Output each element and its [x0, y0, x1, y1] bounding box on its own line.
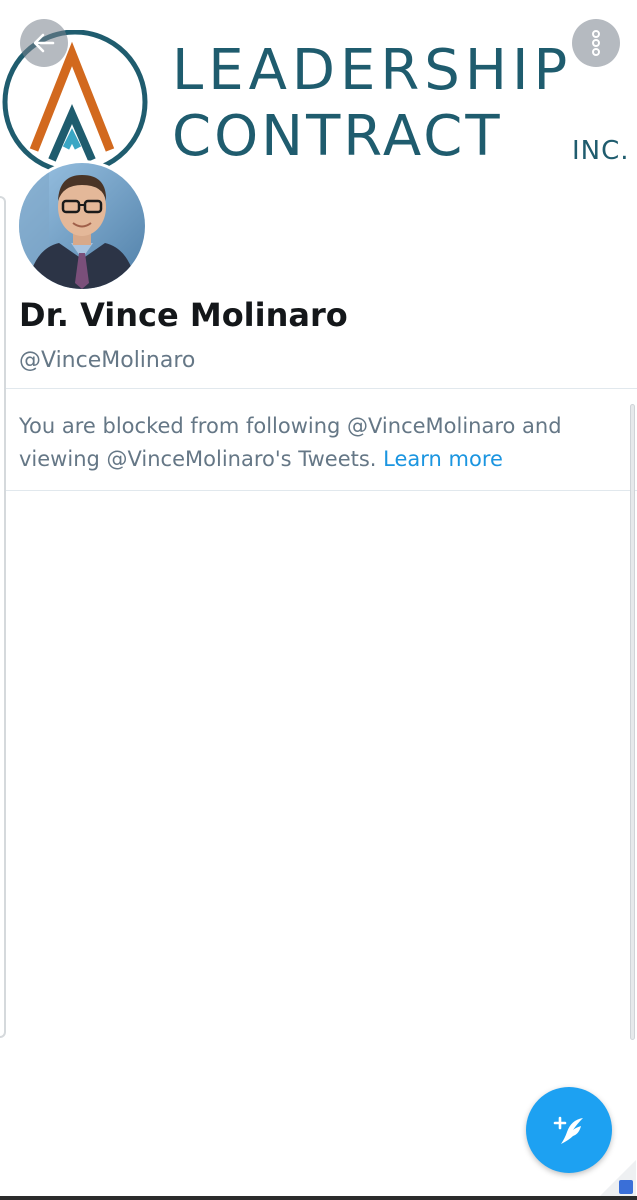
avatar-photo — [19, 163, 145, 289]
compose-tweet-icon — [553, 1116, 583, 1144]
more-vertical-icon — [592, 30, 600, 56]
divider — [6, 490, 637, 491]
learn-more-link[interactable]: Learn more — [383, 447, 503, 471]
banner-title-suffix: INC. — [572, 136, 630, 166]
banner-title-line-2: CONTRACT — [172, 104, 503, 169]
more-options-button[interactable] — [572, 19, 620, 67]
left-panel-edge — [0, 196, 6, 1038]
bottom-edge — [0, 1196, 637, 1200]
profile-handle: @VinceMolinaro — [19, 348, 196, 373]
corner-badge-icon — [619, 1180, 633, 1194]
arrow-left-icon — [33, 33, 55, 53]
divider — [6, 388, 637, 389]
scrollbar[interactable] — [630, 404, 635, 1040]
banner-title-line-1: LEADERSHIP — [172, 38, 573, 103]
profile-avatar[interactable] — [16, 160, 148, 292]
back-button[interactable] — [20, 19, 68, 67]
profile-banner: LEADERSHIP CONTRACT INC. — [0, 0, 637, 175]
profile-display-name: Dr. Vince Molinaro — [19, 296, 348, 334]
blocked-notice: You are blocked from following @VinceMol… — [19, 410, 619, 476]
